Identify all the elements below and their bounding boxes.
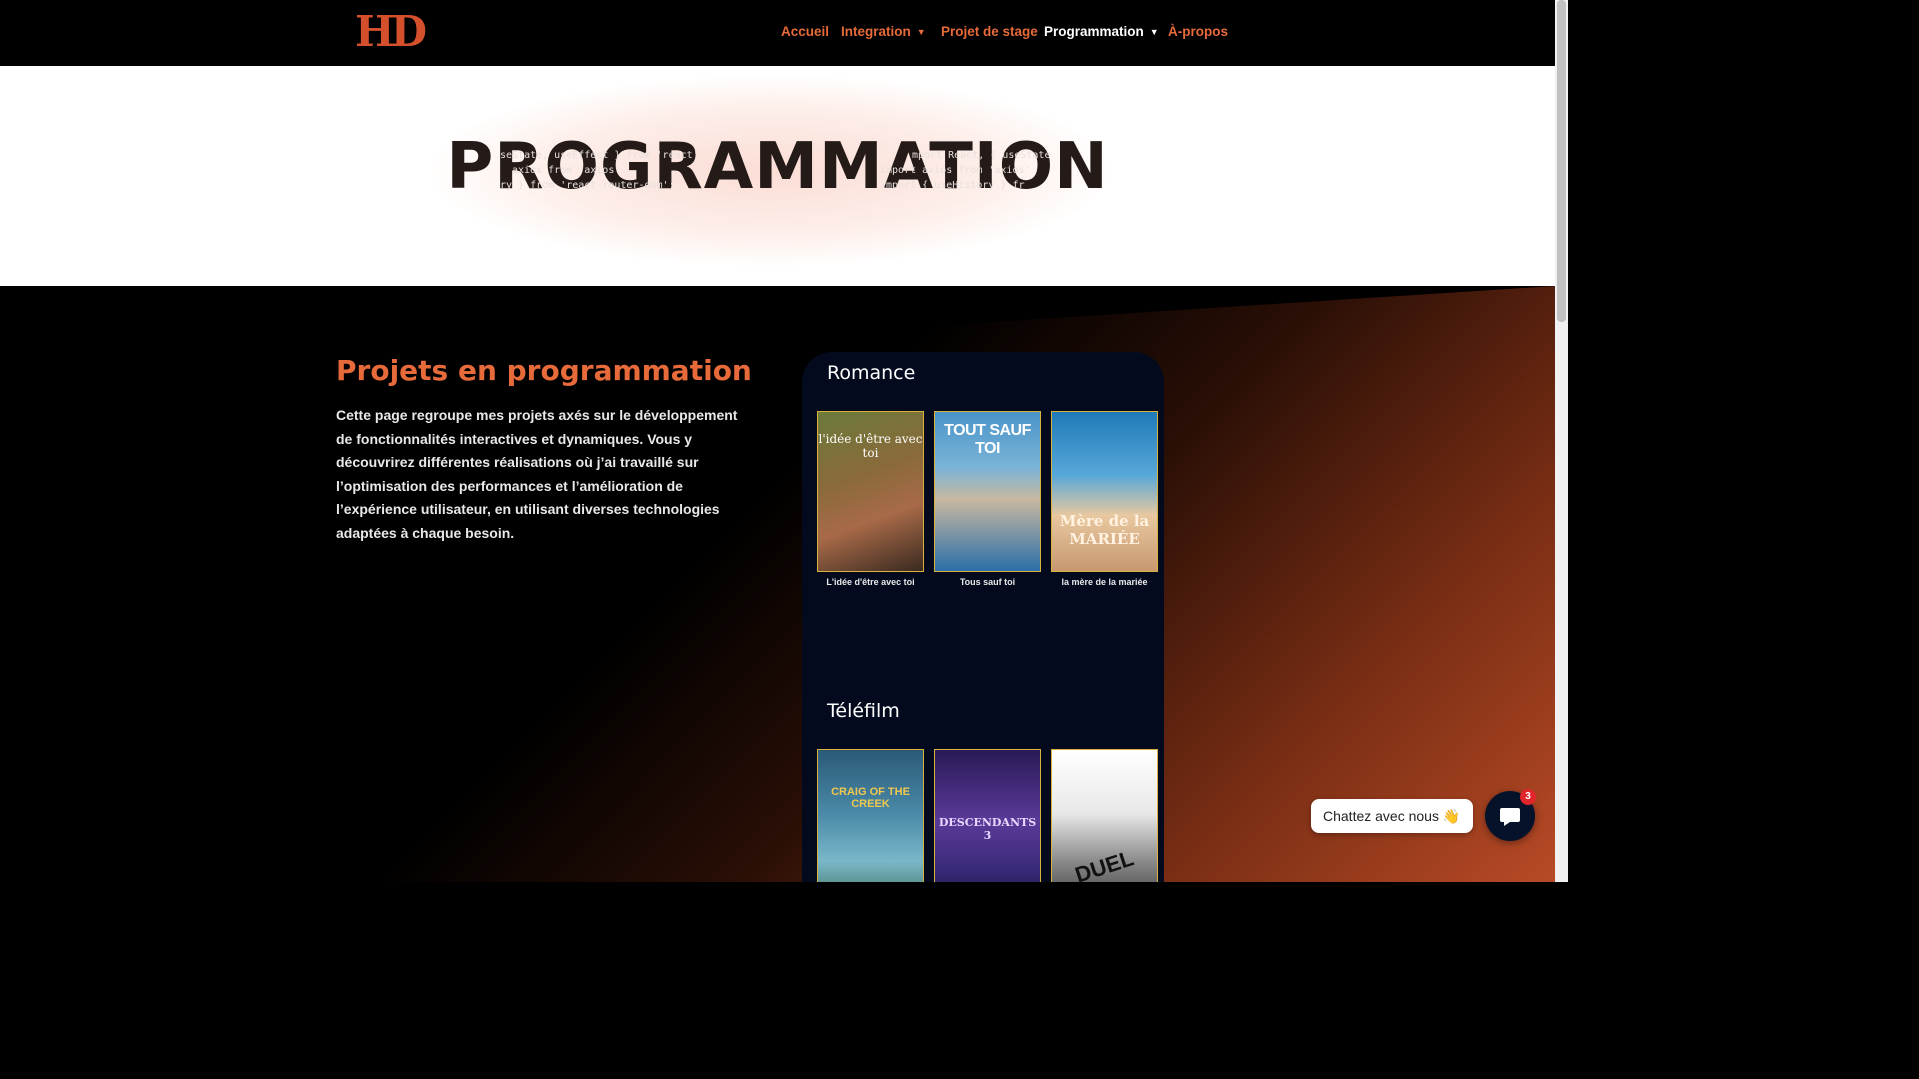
nav-item-a-propos[interactable]: À-propos: [1168, 24, 1228, 39]
movie-poster[interactable]: l'idée d'être avec toi: [817, 411, 924, 572]
chat-prompt-label: Chattez avec nous: [1323, 808, 1439, 824]
genre-heading-telefilm: Téléfilm: [827, 700, 900, 722]
nav-label: À-propos: [1168, 24, 1228, 39]
movie-poster[interactable]: DESCENDANTS 3: [934, 749, 1041, 882]
code-snippet-line: ry } from 'react-router-dom';: [500, 180, 675, 191]
poster-title: CRAIG OF THE CREEK: [831, 786, 910, 810]
site-header: HD Accueil Integration ▼ Projet de stage …: [0, 0, 1555, 66]
code-snippet-line: axios from 'axios': [512, 165, 621, 176]
movie-caption: la mère de la mariée: [1061, 577, 1148, 587]
poster-title: Mère de la MARIÉE: [1059, 512, 1150, 548]
poster-title: l'idée d'être avec toi: [818, 432, 923, 460]
section-title: Projets en programmation: [336, 354, 752, 387]
nav-item-projet-de-stage[interactable]: Projet de stage: [941, 24, 1038, 39]
movie-catalog-card: Romance l'idée d'être avec toi L'idée d'…: [802, 352, 1164, 882]
poster-title: DESCENDANTS 3: [938, 816, 1037, 842]
poster-image: [818, 750, 923, 882]
nav-item-programmation[interactable]: Programmation ▼: [1044, 24, 1159, 39]
hero-banner: PROGRAMMATION seState, useEffect } from …: [0, 66, 1555, 286]
nav-label: Programmation: [1044, 24, 1144, 39]
section-description: Cette page regroupe mes projets axés sur…: [336, 407, 738, 541]
code-snippet-line: mport React, { useState: [912, 150, 1051, 161]
movie-caption: L'idée d'être avec toi: [826, 577, 915, 587]
movie-poster[interactable]: DUEL: [1051, 749, 1158, 882]
page-title: PROGRAMMATION: [446, 130, 1109, 204]
code-snippet-line: import { useHistory } fr: [880, 180, 1025, 191]
wave-icon: 👋: [1442, 808, 1461, 824]
code-snippet-line: seState, useEffect } from 'react': [500, 150, 699, 161]
movie-poster[interactable]: TOUT SAUF TOI: [934, 411, 1041, 572]
projects-section: Projets en programmation Cette page regr…: [0, 286, 1555, 882]
nav-label: Projet de stage: [941, 24, 1038, 39]
nav-item-integration[interactable]: Integration ▼: [841, 24, 926, 39]
code-snippet-line: import axios from 'axios': [880, 165, 1031, 176]
nav-label: Accueil: [781, 24, 830, 39]
nav-item-accueil[interactable]: Accueil: [781, 24, 829, 39]
section-divider: [930, 286, 1555, 326]
movie-poster[interactable]: CRAIG OF THE CREEK: [817, 749, 924, 882]
movie-poster[interactable]: Mère de la MARIÉE: [1051, 411, 1158, 572]
poster-title: TOUT SAUF TOI: [944, 422, 1031, 457]
movie-caption: Tous sauf toi: [959, 577, 1016, 587]
chat-prompt-bubble[interactable]: Chattez avec nous 👋: [1311, 799, 1473, 833]
page-scrollbar-thumb[interactable]: [1557, 0, 1566, 322]
chevron-down-icon: ▼: [916, 27, 926, 37]
chat-unread-badge: 3: [1520, 789, 1536, 805]
genre-heading-romance: Romance: [827, 362, 916, 384]
nav-label: Integration: [841, 24, 911, 39]
site-logo[interactable]: HD: [355, 10, 427, 54]
chevron-down-icon: ▼: [1149, 27, 1159, 37]
